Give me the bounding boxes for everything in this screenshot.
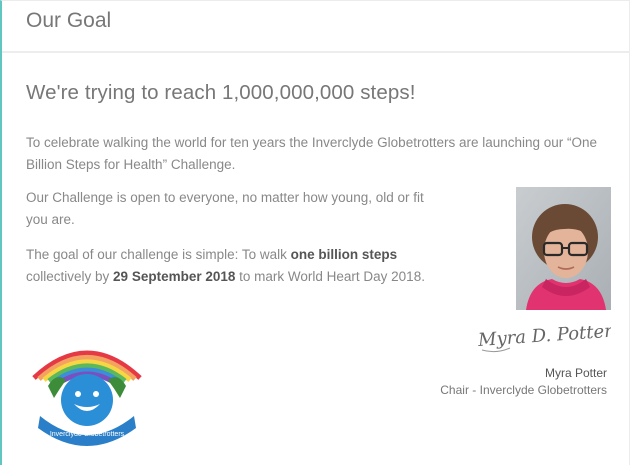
goal-steps-bold: one billion steps [290, 247, 398, 262]
logo-text: Inverclyde Globetrotters [50, 431, 125, 438]
section-title: Our Goal [26, 9, 112, 32]
goal-text-end: to mark World Heart Day 2018. [235, 269, 425, 284]
open-to-everyone-paragraph: Our Challenge is open to everyone, no ma… [26, 190, 424, 227]
chair-name: Myra Potter [544, 366, 607, 380]
svg-text:Myra D. Potter: Myra D. Potter [476, 321, 611, 352]
goal-text-mid: collectively by [26, 269, 114, 284]
goal-date-bold: 29 September 2018 [113, 269, 236, 284]
goal-paragraph: The goal of our challenge is simple: To … [26, 244, 426, 288]
goal-card: Our Goal We're trying to reach 1,000,000… [0, 0, 630, 465]
headline: We're trying to reach 1,000,000,000 step… [26, 81, 416, 104]
handwritten-signature: Myra D. Potter [476, 321, 611, 353]
chair-role: Chair - Inverclyde Globetrotters [440, 383, 607, 397]
goal-text-start: The goal of our challenge is simple: To … [26, 247, 291, 262]
chair-portrait-photo [516, 187, 611, 310]
inverclyde-globetrotters-logo: Inverclyde Globetrotters [32, 350, 142, 446]
card-header: Our Goal [2, 1, 629, 53]
intro-paragraph: To celebrate walking the world for ten y… [26, 135, 598, 172]
